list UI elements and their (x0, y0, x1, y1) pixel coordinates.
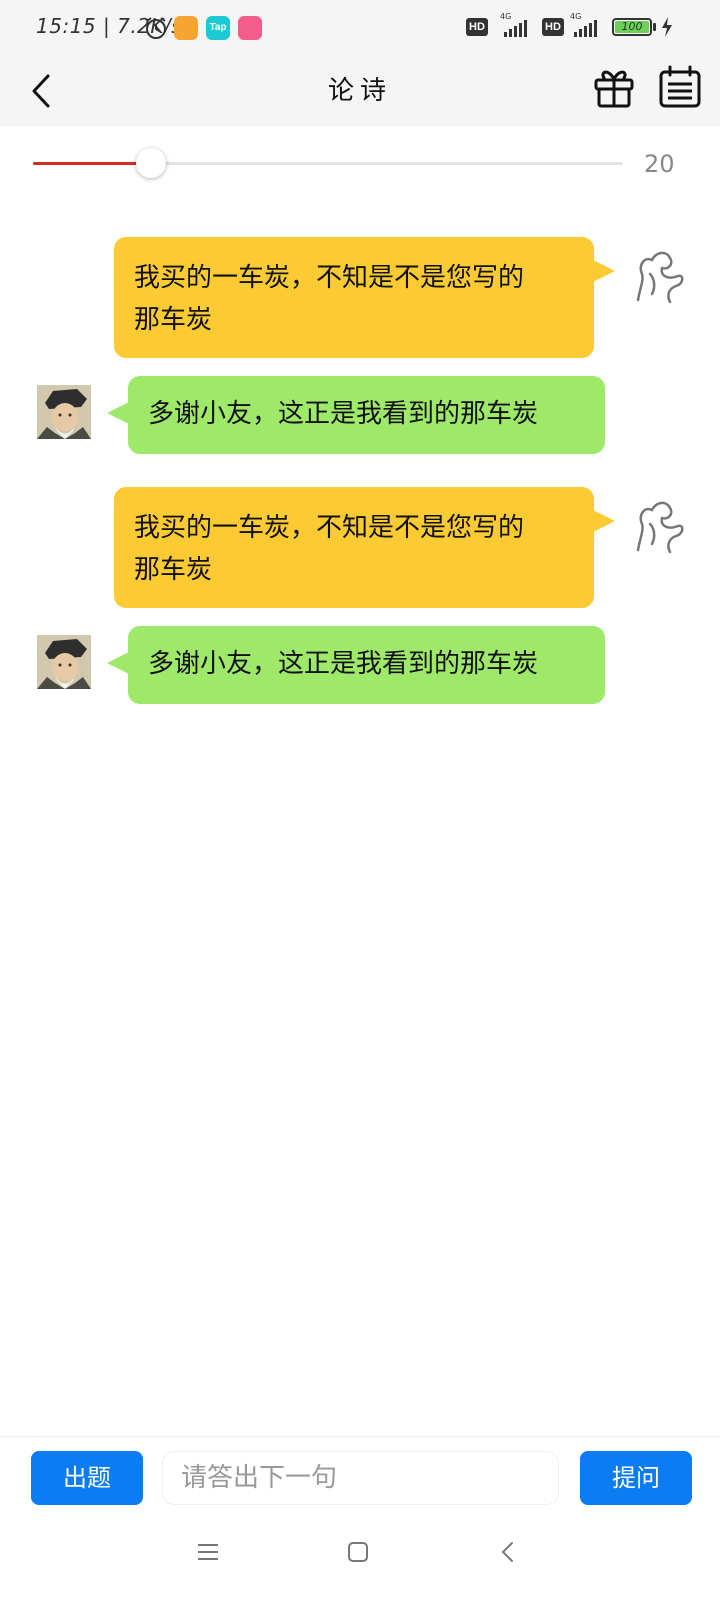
user-message-line-2: 那车炭 (134, 555, 213, 585)
sketch-avatar-icon[interactable] (630, 244, 686, 304)
poet-portrait-drawing (37, 635, 91, 689)
recent-apps-icon[interactable] (196, 1540, 220, 1564)
hd-badge-1: HD (466, 18, 488, 36)
poet-portrait-icon[interactable] (37, 635, 91, 689)
user-message-bubble: 我买的一车炭，不知是不是您写的 那车炭 (114, 487, 594, 608)
charging-icon (662, 17, 672, 37)
battery-icon: 100 (612, 18, 652, 36)
bubble-tail (107, 652, 129, 674)
user-message-line-2: 那车炭 (134, 305, 213, 335)
tap-app-icon: Tap (206, 16, 230, 40)
poet-portrait-icon[interactable] (37, 385, 91, 439)
slider-value: 20 (644, 150, 675, 178)
nav-back-icon[interactable] (496, 1540, 520, 1564)
bubble-tail (593, 260, 615, 282)
slider-thumb[interactable] (136, 148, 166, 178)
question-button[interactable]: 出题 (31, 1451, 143, 1505)
ask-button[interactable]: 提问 (580, 1451, 692, 1505)
bot-message-text: 多谢小友，这正是我看到的那车炭 (148, 649, 539, 679)
slider-fill (33, 162, 151, 165)
battery-level: 100 (615, 21, 649, 33)
bot-message-text: 多谢小友，这正是我看到的那车炭 (148, 399, 539, 429)
notes-app-icon (174, 16, 198, 40)
bot-message-bubble: 多谢小友，这正是我看到的那车炭 (128, 376, 605, 454)
status-bar: 15:15 | 7.2K/s Tap HD 4G HD 4G 100 (0, 0, 720, 56)
gift-icon[interactable] (592, 64, 636, 110)
bubble-tail (593, 510, 615, 532)
poet-portrait-drawing (37, 385, 91, 439)
network-type-2: 4G (570, 12, 582, 21)
app-bar: 论诗 (0, 56, 720, 126)
bubble-tail (107, 402, 129, 424)
system-nav-bar (0, 1516, 720, 1600)
list-menu-icon[interactable] (658, 64, 702, 110)
home-icon[interactable] (346, 1540, 370, 1564)
hd-badge-2: HD (542, 18, 564, 36)
level-slider[interactable] (33, 146, 623, 182)
user-message-line-1: 我买的一车炭，不知是不是您写的 (134, 263, 525, 293)
network-type-1: 4G (500, 12, 512, 21)
bilibili-app-icon (238, 16, 262, 40)
sketch-avatar-icon[interactable] (630, 494, 686, 554)
answer-input[interactable]: 请答出下一句 (162, 1451, 559, 1505)
alarm-icon (146, 17, 166, 39)
battery-tip (653, 23, 656, 31)
user-message-bubble: 我买的一车炭，不知是不是您写的 那车炭 (114, 237, 594, 358)
user-message-line-1: 我买的一车炭，不知是不是您写的 (134, 513, 525, 543)
answer-bar: 出题 请答出下一句 提问 (0, 1436, 720, 1518)
bot-message-bubble: 多谢小友，这正是我看到的那车炭 (128, 626, 605, 704)
